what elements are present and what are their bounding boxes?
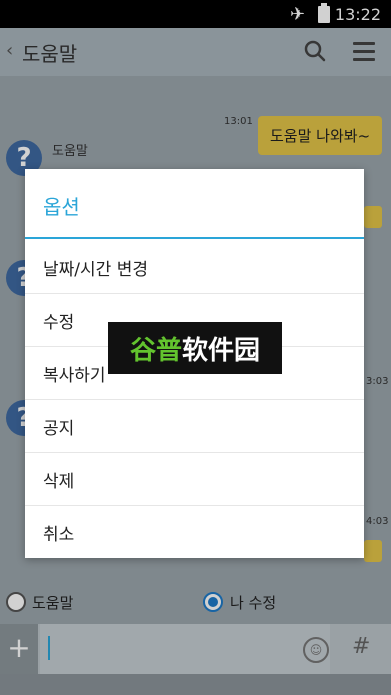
watermark-text: 谷普 bbox=[129, 335, 182, 366]
option-label: 삭제 bbox=[43, 472, 75, 492]
dialog-title: 옵션 bbox=[43, 195, 80, 219]
option-delete[interactable]: 삭제 bbox=[25, 453, 364, 506]
option-notice[interactable]: 공지 bbox=[25, 400, 364, 453]
watermark-text: 软件园 bbox=[182, 335, 261, 366]
dialog-divider bbox=[25, 237, 364, 239]
option-label: 수정 bbox=[43, 313, 75, 333]
option-label: 취소 bbox=[43, 525, 75, 545]
option-label: 날짜/시간 변경 bbox=[43, 260, 148, 280]
option-change-datetime[interactable]: 날짜/시간 변경 bbox=[25, 241, 364, 294]
option-cancel[interactable]: 취소 bbox=[25, 506, 364, 558]
option-label: 복사하기 bbox=[43, 366, 106, 386]
watermark-logo: 谷普 软件园 bbox=[108, 322, 282, 374]
option-label: 공지 bbox=[43, 419, 75, 439]
